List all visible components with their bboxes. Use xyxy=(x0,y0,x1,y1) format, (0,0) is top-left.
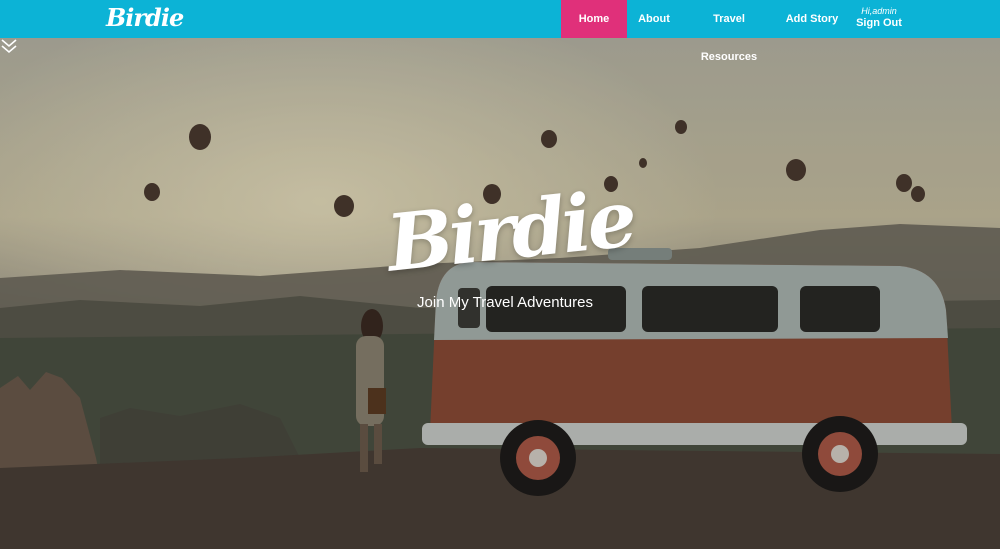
brand-logo[interactable]: Birdie xyxy=(106,3,184,32)
hero-section: Birdie Join My Travel Adventures xyxy=(0,38,1000,549)
user-greeting: Hi,admin xyxy=(861,6,897,16)
user-menu: Hi,admin Sign Out xyxy=(852,6,906,30)
nav-item-about[interactable]: About xyxy=(630,0,678,38)
nav-item-travel-resources[interactable]: Travel Resources xyxy=(686,0,772,63)
hero-tagline: Join My Travel Adventures xyxy=(417,294,593,311)
sign-out-link[interactable]: Sign Out xyxy=(852,16,906,30)
nav-item-add-story[interactable]: Add Story xyxy=(782,0,842,38)
nav-item-home[interactable]: Home xyxy=(561,0,627,38)
top-navbar: Birdie Home About Travel Resources Add S… xyxy=(0,0,1000,63)
chevron-double-down-icon[interactable] xyxy=(0,38,18,54)
